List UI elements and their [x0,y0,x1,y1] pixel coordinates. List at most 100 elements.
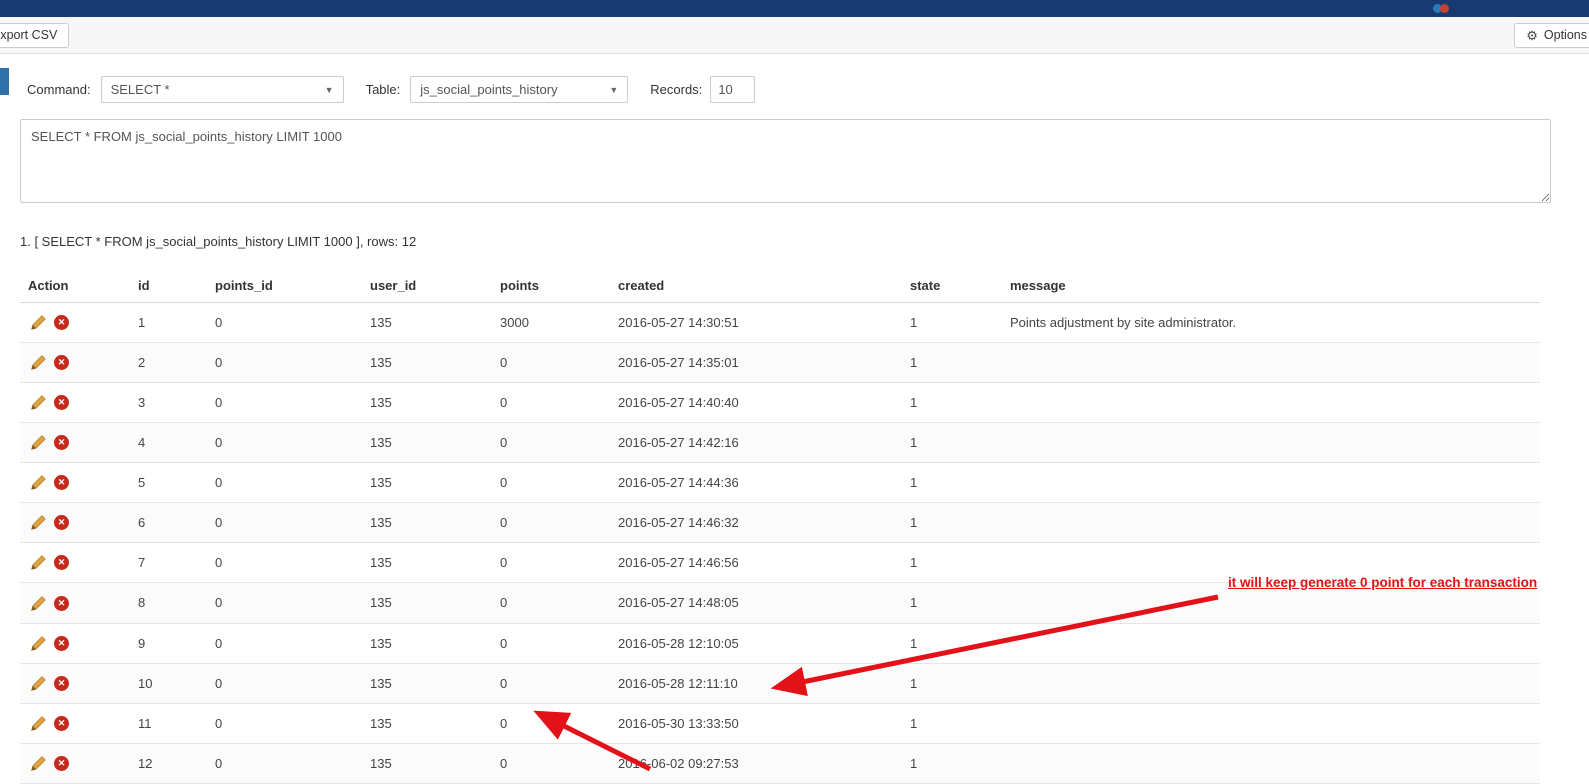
cell-id: 7 [130,543,207,583]
delete-icon[interactable]: ✕ [54,395,69,410]
delete-icon[interactable]: ✕ [54,315,69,330]
edit-icon[interactable] [30,635,47,652]
edit-icon[interactable] [30,434,47,451]
action-cell: ✕ [20,543,130,583]
column-header-points: points [492,269,610,303]
cell-id: 5 [130,463,207,503]
cell-points: 0 [492,423,610,463]
edit-icon[interactable] [30,314,47,331]
panel-accent [0,68,9,95]
delete-icon[interactable]: ✕ [54,515,69,530]
table-select[interactable]: js_social_points_history ▼ [410,76,628,103]
delete-icon[interactable]: ✕ [54,676,69,691]
action-cell: ✕ [20,303,130,343]
table-row: ✕3013502016-05-27 14:40:401 [20,383,1540,423]
table-row: ✕1013530002016-05-27 14:30:511Points adj… [20,303,1540,343]
edit-icon[interactable] [30,675,47,692]
edit-icon[interactable] [30,715,47,732]
table-row: ✕2013502016-05-27 14:35:011 [20,343,1540,383]
cell-user-id: 135 [362,503,492,543]
cell-created: 2016-05-27 14:44:36 [610,463,902,503]
action-cell: ✕ [20,423,130,463]
action-cell: ✕ [20,743,130,783]
cell-user-id: 135 [362,623,492,663]
action-cell: ✕ [20,343,130,383]
column-header-created: created [610,269,902,303]
toolbar: Export CSV ⚙ Options [0,17,1589,54]
cell-message [1002,463,1540,503]
edit-icon[interactable] [30,755,47,772]
records-input[interactable] [710,76,755,103]
action-cell: ✕ [20,583,130,623]
cell-user-id: 135 [362,423,492,463]
cell-created: 2016-05-27 14:46:32 [610,503,902,543]
query-form: Command: SELECT * ▼ Table: js_social_poi… [27,76,1569,103]
edit-icon[interactable] [30,595,47,612]
cell-points-id: 0 [207,423,362,463]
delete-icon[interactable]: ✕ [54,355,69,370]
cell-points-id: 0 [207,543,362,583]
cell-created: 2016-05-27 14:35:01 [610,343,902,383]
cell-user-id: 135 [362,743,492,783]
cell-state: 1 [902,423,1002,463]
cell-id: 1 [130,303,207,343]
delete-icon[interactable]: ✕ [54,756,69,771]
cell-state: 1 [902,383,1002,423]
cell-message [1002,663,1540,703]
edit-icon[interactable] [30,474,47,491]
cell-id: 8 [130,583,207,623]
cell-state: 1 [902,703,1002,743]
cell-points: 0 [492,383,610,423]
column-header-state: state [902,269,1002,303]
cell-user-id: 135 [362,703,492,743]
edit-icon[interactable] [30,514,47,531]
cell-points: 0 [492,663,610,703]
delete-icon[interactable]: ✕ [54,636,69,651]
cell-points: 0 [492,543,610,583]
cell-id: 10 [130,663,207,703]
export-csv-button[interactable]: Export CSV [0,23,69,48]
cell-points-id: 0 [207,743,362,783]
results-table: Actionidpoints_iduser_idpointscreatedsta… [20,269,1540,784]
delete-icon[interactable]: ✕ [54,716,69,731]
result-summary: 1. [ SELECT * FROM js_social_points_hist… [20,234,1589,249]
column-header-message: message [1002,269,1540,303]
cell-points-id: 0 [207,343,362,383]
table-row: ✕6013502016-05-27 14:46:321 [20,503,1540,543]
column-header-id: id [130,269,207,303]
delete-icon[interactable]: ✕ [54,596,69,611]
cell-state: 1 [902,663,1002,703]
delete-icon[interactable]: ✕ [54,435,69,450]
records-label: Records: [650,82,702,97]
cell-message [1002,383,1540,423]
cell-state: 1 [902,343,1002,383]
command-select-value: SELECT * [111,82,170,97]
edit-icon[interactable] [30,554,47,571]
cell-points-id: 0 [207,703,362,743]
cell-points: 0 [492,343,610,383]
cell-created: 2016-05-27 14:40:40 [610,383,902,423]
cell-points-id: 0 [207,303,362,343]
edit-icon[interactable] [30,354,47,371]
cell-message [1002,623,1540,663]
cell-state: 1 [902,623,1002,663]
options-button[interactable]: ⚙ Options [1514,23,1589,48]
command-select[interactable]: SELECT * ▼ [101,76,344,103]
annotation-text: it will keep generate 0 point for each t… [1228,575,1573,590]
cell-message [1002,503,1540,543]
cell-id: 4 [130,423,207,463]
table-row: ✕11013502016-05-30 13:33:501 [20,703,1540,743]
delete-icon[interactable]: ✕ [54,555,69,570]
cell-id: 3 [130,383,207,423]
table-row: ✕9013502016-05-28 12:10:051 [20,623,1540,663]
command-label: Command: [27,82,91,97]
edit-icon[interactable] [30,394,47,411]
cell-points: 0 [492,743,610,783]
cell-user-id: 135 [362,343,492,383]
cell-user-id: 135 [362,543,492,583]
query-textarea[interactable]: SELECT * FROM js_social_points_history L… [20,119,1551,203]
cell-user-id: 135 [362,583,492,623]
cell-points-id: 0 [207,623,362,663]
table-select-value: js_social_points_history [420,82,557,97]
delete-icon[interactable]: ✕ [54,475,69,490]
